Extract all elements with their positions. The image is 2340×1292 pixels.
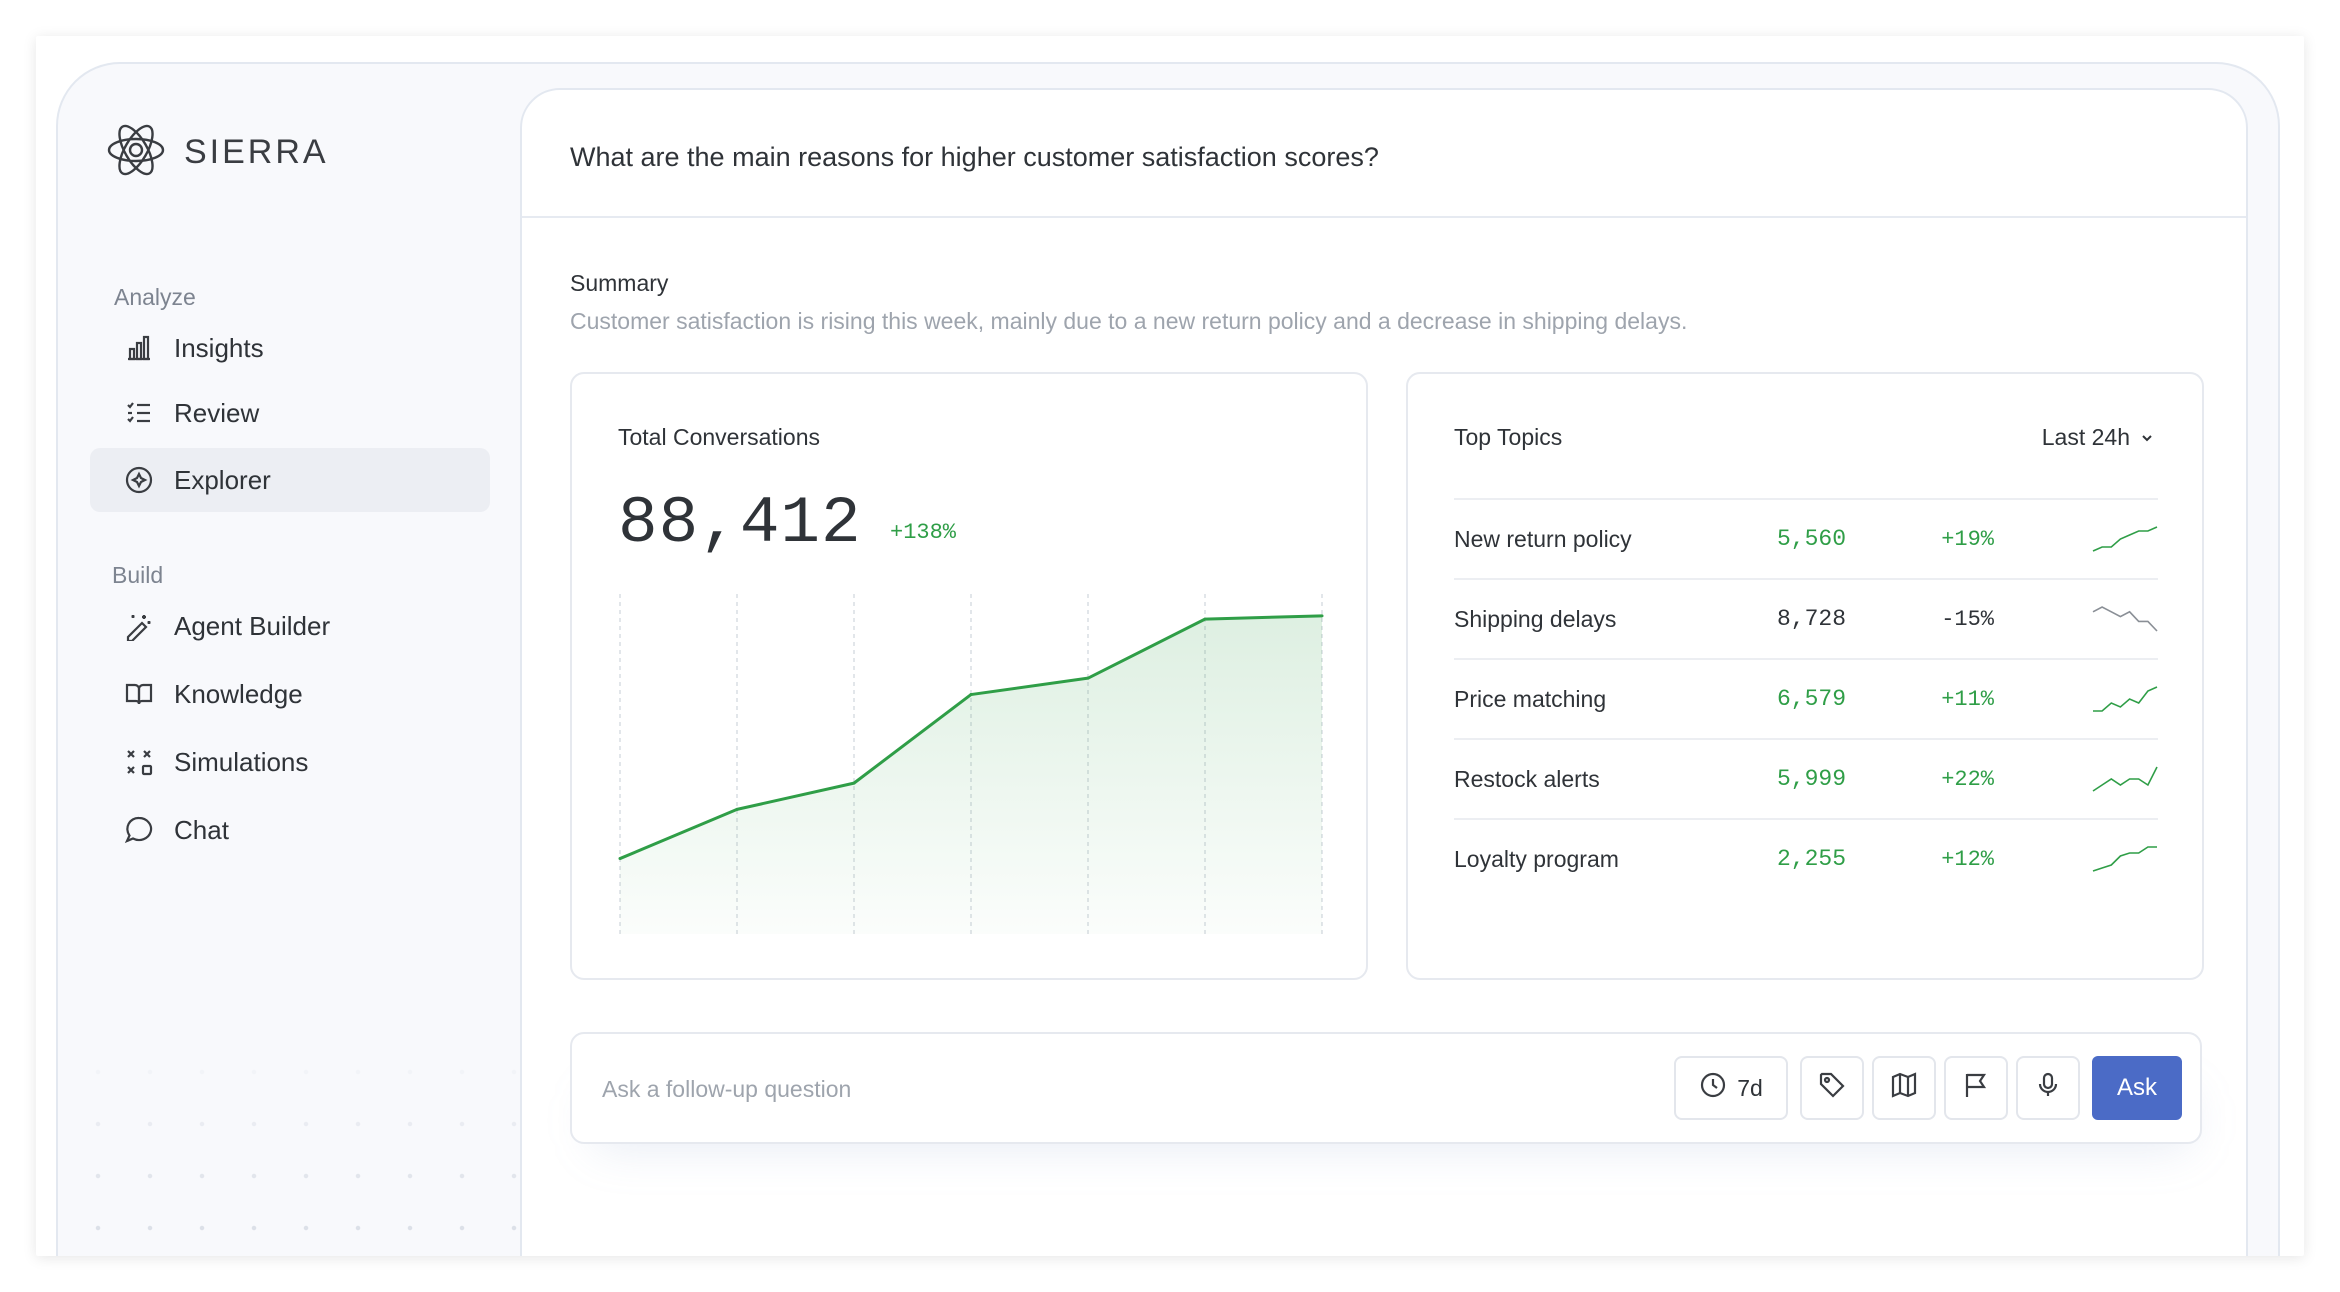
tag-button[interactable] bbox=[1800, 1056, 1864, 1120]
sidebar-item-explorer[interactable]: Explorer bbox=[90, 448, 490, 512]
topic-change: -15% bbox=[1941, 606, 1994, 632]
sidebar-item-label: Review bbox=[174, 397, 260, 428]
section-label-build: Build bbox=[112, 562, 164, 588]
magic-wand-icon bbox=[124, 611, 154, 641]
chart-point bbox=[1203, 617, 1207, 621]
range-value: Last 24h bbox=[2041, 424, 2130, 450]
topic-count: 6,579 bbox=[1776, 686, 1846, 712]
topic-name: Loyalty program bbox=[1454, 845, 1619, 872]
time-range-label: 7d bbox=[1737, 1074, 1763, 1101]
topic-count: 2,255 bbox=[1776, 846, 1846, 872]
chart-point bbox=[735, 807, 739, 811]
sparkline-path bbox=[2092, 846, 2157, 872]
question-title: What are the main reasons for higher cus… bbox=[570, 142, 1379, 172]
topic-change: +19% bbox=[1941, 526, 1994, 552]
topic-name: New return policy bbox=[1454, 525, 1632, 552]
map-button[interactable] bbox=[1872, 1056, 1936, 1120]
sparkline-path bbox=[2092, 766, 2158, 792]
summary-title: Summary bbox=[570, 270, 669, 296]
sierra-logo-icon bbox=[104, 118, 168, 187]
total-conversations-card: Total Conversations 88,412 +138% bbox=[570, 372, 1368, 980]
topic-change: +22% bbox=[1941, 766, 1994, 792]
follow-up-bar: 7d Ask bbox=[570, 1032, 2202, 1144]
book-icon bbox=[124, 679, 154, 709]
brand-logo[interactable]: SIERRA bbox=[104, 118, 329, 187]
topic-count: 8,728 bbox=[1776, 606, 1846, 632]
section-label-analyze: Analyze bbox=[114, 284, 196, 310]
microphone-button[interactable] bbox=[2016, 1056, 2080, 1120]
topic-change: +12% bbox=[1941, 846, 1994, 872]
conversations-value: 88,412 bbox=[618, 486, 862, 561]
topic-sparkline bbox=[2093, 686, 2158, 712]
chart-point bbox=[618, 857, 622, 861]
simulation-icon bbox=[124, 747, 154, 777]
sidebar-item-label: Explorer bbox=[174, 464, 271, 495]
chart-point bbox=[969, 693, 973, 697]
topic-row[interactable]: Price matching 6,579 +11% bbox=[1454, 658, 2158, 738]
sidebar-item-agent-builder[interactable]: Agent Builder bbox=[90, 594, 490, 658]
topic-row[interactable]: Loyalty program 2,255 +12% bbox=[1454, 818, 2158, 898]
topic-count: 5,999 bbox=[1776, 766, 1846, 792]
topic-row[interactable]: New return policy 5,560 +19% bbox=[1454, 498, 2158, 578]
flag-icon bbox=[1962, 1071, 1990, 1105]
sidebar-item-review[interactable]: Review bbox=[90, 381, 490, 445]
sidebar-item-knowledge[interactable]: Knowledge bbox=[90, 662, 490, 726]
topics-title: Top Topics bbox=[1454, 424, 1563, 450]
topic-name: Price matching bbox=[1454, 685, 1607, 712]
bar-chart-icon bbox=[124, 333, 154, 363]
chart-point bbox=[1086, 676, 1090, 680]
topic-sparkline bbox=[2092, 526, 2158, 552]
topic-row[interactable]: Shipping delays 8,728 -15% bbox=[1454, 578, 2158, 658]
topic-sparkline bbox=[2092, 766, 2158, 792]
clock-icon bbox=[1699, 1071, 1727, 1105]
topic-count: 5,560 bbox=[1776, 526, 1846, 552]
top-topics-card: Top Topics Last 24h New return policy 5,5… bbox=[1406, 372, 2204, 980]
topic-sparkline bbox=[2092, 846, 2157, 872]
conversations-change: +138% bbox=[890, 520, 957, 545]
topic-sparkline bbox=[2092, 606, 2158, 632]
chevron-down-icon bbox=[2140, 424, 2154, 451]
topic-row[interactable]: Restock alerts 5,999 +22% bbox=[1454, 738, 2158, 818]
microphone-icon bbox=[2034, 1071, 2062, 1105]
sparkline-path bbox=[2092, 606, 2158, 632]
topic-name: Shipping delays bbox=[1454, 605, 1617, 632]
sidebar-item-label: Simulations bbox=[174, 746, 309, 777]
sidebar-item-chat[interactable]: Chat bbox=[90, 798, 490, 862]
brand-name: SIERRA bbox=[184, 133, 329, 171]
topic-change: +11% bbox=[1941, 686, 1994, 712]
map-icon bbox=[1890, 1071, 1918, 1105]
app-shell: SIERRA Analyze Insights Review Explorer … bbox=[56, 62, 2280, 1256]
topic-name: Restock alerts bbox=[1454, 765, 1600, 792]
time-range-button[interactable]: 7d bbox=[1674, 1056, 1788, 1120]
sparkline-path bbox=[2092, 526, 2158, 552]
chart-area-fill bbox=[620, 615, 1322, 934]
sidebar-item-label: Chat bbox=[174, 814, 229, 845]
explorer-panel: What are the main reasons for higher cus… bbox=[520, 88, 2248, 1256]
range-dropdown[interactable]: Last 24h bbox=[2042, 424, 2154, 451]
sidebar-item-insights[interactable]: Insights bbox=[90, 316, 490, 380]
chart-point bbox=[1320, 614, 1324, 618]
flag-button[interactable] bbox=[1944, 1056, 2008, 1120]
chart-point bbox=[852, 781, 856, 785]
sidebar-item-label: Knowledge bbox=[174, 678, 303, 709]
conversations-chart bbox=[618, 594, 1324, 934]
checklist-icon bbox=[124, 398, 154, 428]
sidebar-item-simulations[interactable]: Simulations bbox=[90, 730, 490, 794]
tag-icon bbox=[1818, 1071, 1846, 1105]
sidebar-item-label: Insights bbox=[174, 332, 264, 363]
summary-text: Customer satisfaction is rising this wee… bbox=[570, 308, 1688, 334]
sparkline-path bbox=[2093, 686, 2158, 712]
divider bbox=[522, 216, 2246, 218]
ask-button[interactable]: Ask bbox=[2092, 1056, 2182, 1120]
compass-icon bbox=[124, 465, 154, 495]
follow-up-input[interactable] bbox=[602, 1062, 1602, 1116]
chat-bubble-icon bbox=[124, 815, 154, 845]
sidebar-item-label: Agent Builder bbox=[174, 610, 331, 641]
conversations-title: Total Conversations bbox=[618, 424, 820, 450]
